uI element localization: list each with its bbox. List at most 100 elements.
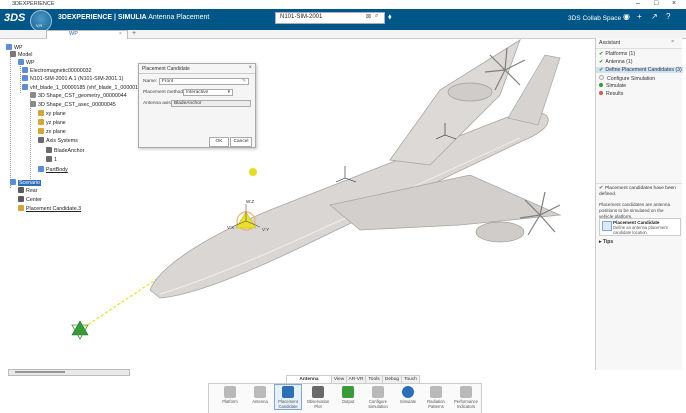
shape-icon [30,101,36,107]
tree-item[interactable]: xy plane [38,110,66,117]
configure-simulation-button[interactable]: Configure Simulation [365,385,391,409]
platform-button[interactable]: Platform [217,385,243,404]
tail-fin [507,54,561,126]
maximize-button[interactable]: □ [654,0,658,7]
placement-icon [602,221,612,231]
gear-icon [18,59,24,65]
ribbon-button-label: Performance Indicators [454,399,478,409]
ok-button[interactable]: OK [209,137,229,147]
scrollbar-thumb[interactable] [15,371,65,373]
antenna-button[interactable]: Antenna [247,385,273,404]
performance-icon [460,386,472,398]
tree-item[interactable]: Scenario [10,179,41,186]
tree-item-label: Scenario [18,180,41,186]
tree-item[interactable]: zx plane [38,128,66,135]
performance-indicators-button[interactable]: Performance Indicators [453,385,479,409]
chevron-down-icon: ▾ [227,90,230,95]
observation-plot-button[interactable]: Observation Plot [305,385,331,409]
cancel-button[interactable]: Cancel [230,137,252,147]
search-icon[interactable]: ⌕ [375,13,378,20]
tree-item-label: Placement Candidate.3 [26,206,82,212]
output-icon [342,386,354,398]
radiation-patterns-button[interactable]: Radiation Patterns [423,385,449,409]
ribbon-button-label: Placement Candidate [278,399,298,409]
tree-item[interactable]: Electromagnetic00000032 [22,67,92,74]
tree-item[interactable]: Center [18,196,42,203]
manipulator-label-x: V:X [227,225,235,230]
check-icon: ✔ [599,51,604,57]
step-configure-simulation[interactable]: Configure Simulation [599,75,655,82]
antenna-origin-marker[interactable] [71,320,89,340]
tree-item[interactable]: 1 [46,156,57,163]
edit-icon[interactable]: ✎ [242,79,246,85]
step-platforms[interactable]: ✔ Platforms (1) [599,51,635,57]
tree-item-label: 1 [54,157,57,163]
tree-item-label: xy plane [46,111,66,117]
dialog-title: Placement Candidate [142,66,190,72]
tree-item[interactable]: 3D Shape_CST_asec_00000045 [30,101,116,108]
tree-scrollbar[interactable] [8,369,130,376]
app-title-app: Antenna Placement [148,14,210,21]
tree-item-label: Center [26,197,42,203]
placement-icon [282,386,294,398]
add-tab-button[interactable]: + [132,30,136,37]
dialog-close-icon[interactable]: × [248,65,252,71]
tag-icon[interactable]: ⬧ [388,12,392,22]
placement-candidate-card[interactable]: Placement Candidate Define an antenna pl… [599,218,681,236]
placement-ball[interactable] [249,168,257,176]
assistant-close-icon[interactable]: × [671,39,674,45]
tab-wp-label: WP [69,31,78,37]
name-field[interactable]: Front ✎ [159,78,249,85]
user-icon[interactable]: ◉ [623,12,630,21]
antenna-icon [254,386,266,398]
step-antenna[interactable]: ✔ Antenna (1) [599,59,632,65]
help-icon[interactable]: ? [666,12,670,21]
observation-icon [312,386,324,398]
pending-icon [599,75,604,80]
tree-item[interactable]: Axis Systems [38,137,78,144]
close-window-button[interactable]: × [672,0,676,7]
tree-item[interactable]: Placement Candidate.3 [18,205,81,212]
tree-item[interactable]: Model [10,51,32,58]
app-title: 3DEXPERIENCE | SIMULIA Antenna Placement [58,14,209,21]
tree-item[interactable]: yz plane [38,119,66,126]
compass-button[interactable]: V.R [30,10,52,32]
configure-icon [372,386,384,398]
search-input[interactable]: N101-SIM-2001 ⊠ ⌕ [275,12,385,24]
search-options-icon[interactable]: ⊠ [366,13,371,20]
simulate-button[interactable]: Simulate [395,385,421,404]
assistant-panel: Assistant × ✔ Platforms (1) ✔ Antenna (1) … [595,38,683,370]
shape-icon [30,92,36,98]
step-simulate[interactable]: Simulate [599,83,626,89]
tab-close-icon[interactable]: × [119,31,122,37]
antenna-axis-value: BladeAnchor [174,101,202,106]
tree-item-label: Model [18,52,33,58]
ribbon-button-label: Observation Plot [306,399,330,409]
ribbon-button-label: Configure Simulation [368,399,388,409]
tree-item[interactable]: BladeAnchor [46,147,84,154]
step-results[interactable]: Results [599,91,623,97]
tree-item[interactable]: PartBody [38,166,68,173]
card-body: Define an antenna placement candidate lo… [613,225,668,235]
tree-item[interactable]: vhf_blade_1_00000185 (vhf_blade_1_000001 [22,84,138,91]
tree-item[interactable]: WP [6,44,23,51]
placement-candidate-button[interactable]: Placement Candidate [274,384,302,410]
method-select[interactable]: Interactive ▾ [183,89,233,96]
antenna-axis-field[interactable]: BladeAnchor [171,100,251,107]
tree-item-label: BladeAnchor [54,148,85,154]
tree-item[interactable]: N101-SIM-2001 A.1 (N101-SIM-2001.1) [22,75,123,82]
tips-toggle[interactable]: ▸ Tips [599,239,613,245]
minimize-button[interactable]: – [636,0,640,7]
step-placement-candidates[interactable]: ✔ Define Placement Candidates (3) [596,67,683,73]
add-icon[interactable]: + [637,12,642,21]
share-icon[interactable]: ↗ [651,12,658,21]
tree-item[interactable]: 3D Shape_CST_geometry_00000044 [30,92,127,99]
tree-item[interactable]: Rear [18,187,37,194]
manipulator-label-z: W:Z [246,199,255,204]
collab-space-selector[interactable]: 3DS Collab Space ⌄ [568,14,628,22]
tree-item[interactable]: WP [18,59,35,66]
output-button[interactable]: Output [335,385,361,404]
assistant-title: Assistant [599,40,621,46]
axis-icon [46,147,52,153]
manipulator-label-y: V:Y [262,227,270,232]
